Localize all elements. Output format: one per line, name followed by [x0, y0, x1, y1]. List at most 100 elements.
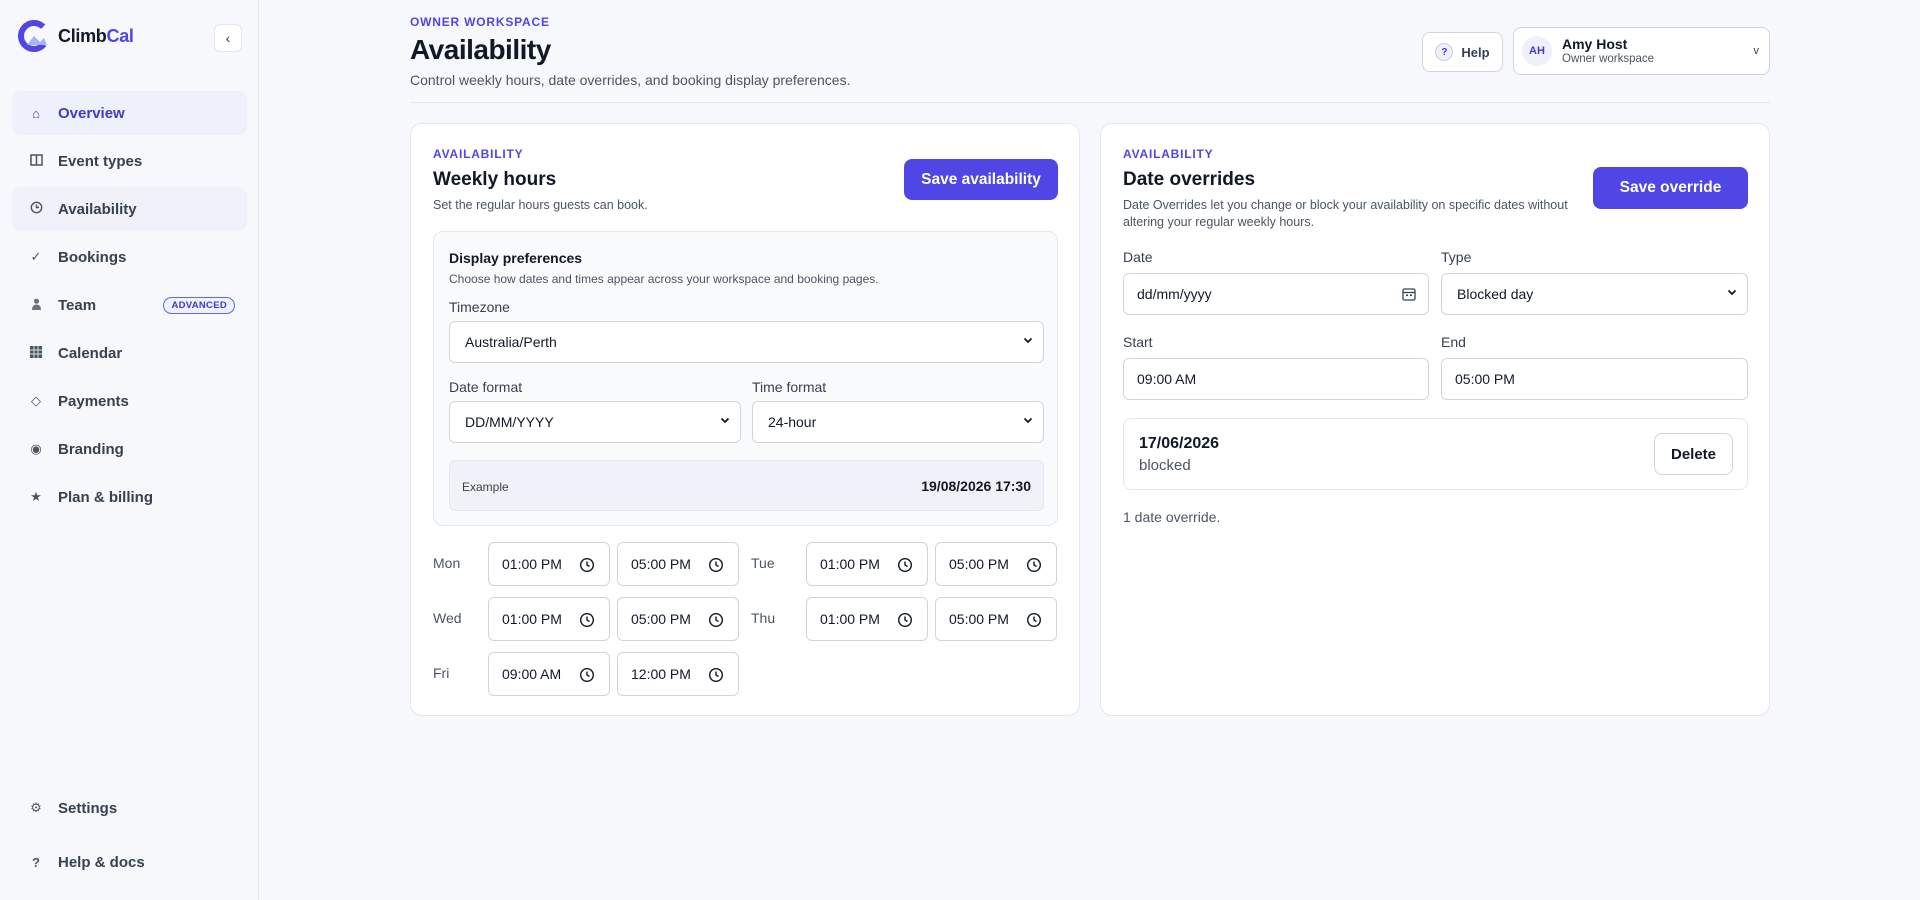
sidebar-item-label: Bookings	[58, 248, 127, 266]
fri-start-time-input[interactable]: 09:00 AM	[488, 652, 610, 696]
sidebar-item-label: Payments	[58, 392, 129, 410]
brand-name: ClimbCal	[58, 25, 134, 46]
date-format-select[interactable]: DD/MM/YYYY	[449, 401, 741, 443]
end-label: End	[1441, 334, 1466, 350]
avatar: AH	[1522, 36, 1552, 66]
brand[interactable]: ClimbCal	[18, 20, 134, 52]
time-format-value: 24-hour	[768, 414, 817, 430]
chevron-down-icon	[1023, 417, 1033, 424]
sidebar-item-label: Calendar	[58, 344, 123, 362]
type-label: Type	[1441, 249, 1472, 265]
sidebar-item-availability[interactable]: Availability	[12, 187, 247, 231]
time-value: 05:00 PM	[631, 556, 691, 572]
sidebar-item-overview[interactable]: ⌂ Overview	[12, 91, 247, 135]
sidebar-item-label: Branding	[58, 440, 124, 458]
weekly-hours-card: AVAILABILITY Weekly hours Set the regula…	[410, 123, 1080, 716]
fri-end-time-input[interactable]: 12:00 PM	[617, 652, 739, 696]
start-label: Start	[1123, 334, 1153, 350]
sidebar-bottom-nav: ⚙ Settings ? Help & docs	[12, 786, 247, 894]
end-value: 05:00 PM	[1455, 371, 1515, 387]
clock-icon	[708, 667, 724, 683]
override-end-input[interactable]: 05:00 PM	[1441, 358, 1748, 400]
tue-start-time-input[interactable]: 01:00 PM	[806, 542, 928, 586]
override-start-input[interactable]: 09:00 AM	[1123, 358, 1429, 400]
start-value: 09:00 AM	[1137, 371, 1197, 387]
help-icon: ?	[1435, 43, 1454, 61]
time-format-label: Time format	[752, 379, 827, 395]
wed-end-time-input[interactable]: 05:00 PM	[617, 597, 739, 641]
day-label-mon: Mon	[433, 555, 461, 571]
sidebar-item-event-types[interactable]: Event types	[12, 139, 247, 183]
card-description: Set the regular hours guests can book.	[433, 198, 648, 212]
check-icon: ✓	[30, 249, 42, 264]
override-type: blocked	[1139, 457, 1191, 474]
gear-icon: ⚙	[30, 800, 42, 815]
time-format-select[interactable]: 24-hour	[752, 401, 1044, 443]
sidebar-item-team[interactable]: Team ADVANCED	[12, 283, 247, 327]
sidebar-item-label: Overview	[58, 104, 125, 122]
clock-icon	[579, 612, 595, 628]
clock-icon	[579, 557, 595, 573]
diamond-icon: ◇	[31, 393, 41, 408]
tue-end-time-input[interactable]: 05:00 PM	[935, 542, 1057, 586]
help-label: Help	[1461, 44, 1490, 60]
card-title: Weekly hours	[433, 169, 557, 190]
help-button[interactable]: ? Help	[1422, 32, 1503, 72]
calendar-icon	[1402, 288, 1416, 301]
clock-icon	[708, 557, 724, 573]
sidebar-item-label: Help & docs	[58, 853, 145, 871]
account-role: Owner workspace	[1562, 53, 1655, 65]
date-format-label: Date format	[449, 379, 523, 395]
chevron-down-icon: v	[1753, 45, 1760, 57]
example-label: Example	[462, 480, 509, 494]
clock-icon	[897, 557, 913, 573]
clock-icon	[1026, 612, 1042, 628]
day-label-wed: Wed	[433, 610, 462, 626]
account-text: Amy Host Owner workspace	[1562, 36, 1654, 66]
day-label-tue: Tue	[751, 555, 775, 571]
delete-override-button[interactable]: Delete	[1654, 433, 1733, 475]
clock-icon	[579, 667, 595, 683]
date-format-value: DD/MM/YYYY	[465, 414, 554, 430]
account-name: Amy Host	[1562, 36, 1628, 52]
home-icon: ⌂	[32, 105, 40, 121]
wed-start-time-input[interactable]: 01:00 PM	[488, 597, 610, 641]
thu-end-time-input[interactable]: 05:00 PM	[935, 597, 1057, 641]
collapse-sidebar-button[interactable]: ‹	[214, 24, 242, 52]
override-date: 17/06/2026	[1139, 435, 1220, 452]
sidebar-item-label: Plan & billing	[58, 488, 154, 506]
book-icon	[28, 153, 44, 169]
save-override-button[interactable]: Save override	[1593, 167, 1748, 209]
sidebar-item-calendar[interactable]: Calendar	[12, 331, 247, 375]
save-availability-button[interactable]: Save availability	[904, 159, 1058, 200]
description-line: Date Overrides let you change or block y…	[1123, 198, 1568, 212]
date-label: Date	[1123, 249, 1153, 265]
sidebar-item-bookings[interactable]: ✓ Bookings	[12, 235, 247, 279]
clock-icon	[1026, 557, 1042, 573]
mon-end-time-input[interactable]: 05:00 PM	[617, 542, 739, 586]
sidebar-item-help-docs[interactable]: ? Help & docs	[12, 840, 247, 884]
sidebar-item-plan-billing[interactable]: ★ Plan & billing	[12, 475, 247, 519]
clock-icon	[28, 201, 44, 217]
climbcal-logo-icon	[18, 20, 50, 52]
mon-start-time-input[interactable]: 01:00 PM	[488, 542, 610, 586]
account-switcher[interactable]: AH Amy Host Owner workspace v	[1513, 27, 1770, 75]
grid-icon	[28, 345, 44, 361]
override-type-select[interactable]: Blocked day	[1441, 273, 1748, 315]
header-divider	[410, 102, 1770, 103]
target-icon: ◉	[30, 441, 42, 456]
sidebar-nav: ⌂ Overview Event types Availability ✓ Bo…	[12, 91, 247, 523]
sidebar-item-settings[interactable]: ⚙ Settings	[12, 786, 247, 830]
override-date-input[interactable]: dd/mm/yyyy	[1123, 273, 1429, 315]
chevron-left-icon: ‹	[225, 30, 231, 46]
sidebar-item-branding[interactable]: ◉ Branding	[12, 427, 247, 471]
chevron-down-icon	[720, 417, 730, 424]
sidebar-item-payments[interactable]: ◇ Payments	[12, 379, 247, 423]
time-value: 01:00 PM	[820, 611, 880, 627]
type-value: Blocked day	[1457, 286, 1534, 302]
time-value: 12:00 PM	[631, 666, 691, 682]
example-value: 19/08/2026 17:30	[921, 478, 1031, 494]
time-value: 09:00 AM	[502, 666, 562, 682]
thu-start-time-input[interactable]: 01:00 PM	[806, 597, 928, 641]
timezone-select[interactable]: Australia/Perth	[449, 321, 1044, 363]
